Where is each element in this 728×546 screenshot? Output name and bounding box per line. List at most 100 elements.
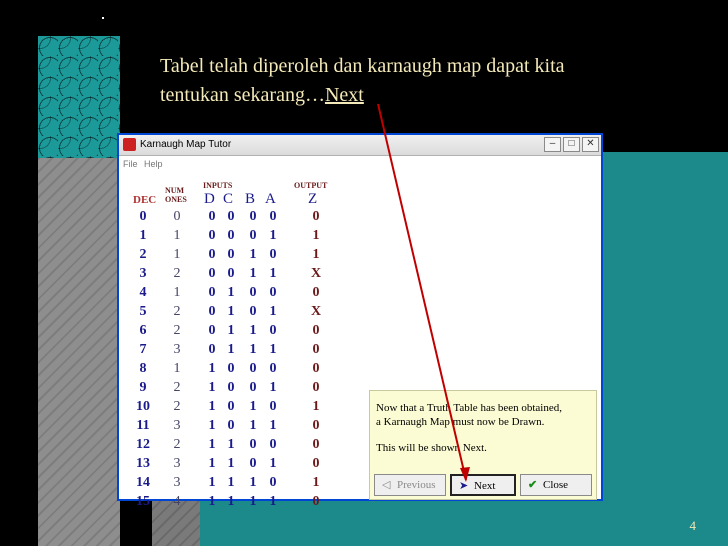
cell-d: 0: [208, 323, 216, 338]
previous-button[interactable]: ◁ Previous: [374, 474, 446, 496]
tutor-dialog: Now that a Truth Table has been obtained…: [369, 390, 597, 500]
cell-c: 0: [227, 361, 235, 376]
cell-d: 1: [208, 418, 216, 433]
cell-d: 1: [208, 475, 216, 490]
cell-z: 1: [312, 475, 320, 490]
cell-ones: 3: [173, 456, 181, 471]
cell-d: 0: [208, 209, 216, 224]
checkmark-icon: ✔: [528, 479, 538, 491]
cell-d: 1: [208, 361, 216, 376]
cell-dec: 7: [139, 342, 147, 357]
cell-dec: 4: [139, 285, 147, 300]
cell-d: 1: [208, 437, 216, 452]
cell-a: 0: [269, 247, 277, 262]
menu-file[interactable]: File: [123, 159, 138, 169]
cell-d: 0: [208, 304, 216, 319]
cell-ones: 2: [173, 323, 181, 338]
slide-title-next-word: Next: [324, 84, 364, 106]
cell-z: 0: [312, 494, 320, 509]
window-titlebar[interactable]: Karnaugh Map Tutor – □ ✕: [119, 135, 601, 156]
next-button[interactable]: ➤ Next: [450, 474, 516, 496]
menu-bar: File Help: [119, 156, 601, 172]
cell-dec: 8: [139, 361, 147, 376]
cell-z: 0: [312, 361, 320, 376]
cell-b: 0: [249, 361, 257, 376]
cell-a: 1: [269, 304, 277, 319]
cell-dec: 15: [136, 494, 150, 509]
cell-dec: 2: [139, 247, 147, 262]
header-dec: DEC: [133, 194, 157, 206]
tutor-message: Now that a Truth Table has been obtained…: [376, 401, 594, 429]
cell-d: 1: [208, 399, 216, 414]
cell-dec: 1: [139, 228, 147, 243]
cell-z: 0: [312, 380, 320, 395]
cell-c: 0: [227, 380, 235, 395]
close-button[interactable]: ✔ Close: [520, 474, 592, 496]
next-button-label: Next: [474, 480, 496, 492]
cell-ones: 1: [173, 247, 181, 262]
cell-z: 0: [312, 209, 320, 224]
cell-dec: 14: [136, 475, 150, 490]
header-input-a: A: [265, 191, 276, 207]
cell-c: 1: [227, 437, 235, 452]
cell-ones: 1: [173, 228, 181, 243]
cell-c: 0: [227, 209, 235, 224]
slide-title-line-2-text: tentukan sekarang…: [160, 84, 325, 106]
close-window-button[interactable]: ✕: [582, 137, 599, 152]
cell-z: 1: [312, 399, 320, 414]
cell-b: 1: [249, 323, 257, 338]
menu-help[interactable]: Help: [144, 159, 163, 169]
minimize-button[interactable]: –: [544, 137, 561, 152]
cell-z: 0: [312, 437, 320, 452]
cell-c: 0: [227, 418, 235, 433]
cell-ones: 3: [173, 475, 181, 490]
cell-b: 0: [249, 285, 257, 300]
cell-c: 1: [227, 494, 235, 509]
cell-b: 0: [249, 209, 257, 224]
cell-a: 0: [269, 323, 277, 338]
cell-ones: 1: [173, 285, 181, 300]
cell-c: 0: [227, 399, 235, 414]
previous-button-label: Previous: [397, 479, 436, 491]
cell-dec: 11: [136, 418, 150, 433]
cell-ones: 2: [173, 266, 181, 281]
cell-d: 1: [208, 380, 216, 395]
cell-a: 1: [269, 266, 277, 281]
cell-c: 0: [227, 266, 235, 281]
cell-a: 1: [269, 228, 277, 243]
cell-d: 1: [208, 456, 216, 471]
cell-a: 0: [269, 209, 277, 224]
cell-a: 1: [269, 494, 277, 509]
maximize-button[interactable]: □: [563, 137, 580, 152]
cell-b: 1: [249, 418, 257, 433]
cell-c: 1: [227, 456, 235, 471]
cell-d: 0: [208, 342, 216, 357]
cell-ones: 2: [173, 399, 181, 414]
header-input-c: C: [223, 191, 234, 207]
cell-ones: 4: [173, 494, 181, 509]
cell-z: 0: [312, 323, 320, 338]
decorative-gray-band: [38, 158, 120, 546]
next-arrow-icon: ➤: [459, 480, 469, 492]
cell-ones: 2: [173, 304, 181, 319]
previous-arrow-icon: ◁: [382, 479, 391, 491]
cell-a: 1: [269, 418, 277, 433]
window-title: Karnaugh Map Tutor: [140, 139, 232, 150]
cell-z: 1: [312, 228, 320, 243]
cell-z: 1: [312, 247, 320, 262]
cell-a: 0: [269, 437, 277, 452]
cell-dec: 9: [139, 380, 147, 395]
cell-b: 1: [249, 342, 257, 357]
cell-b: 1: [249, 494, 257, 509]
cell-b: 1: [249, 399, 257, 414]
cell-a: 1: [269, 380, 277, 395]
cell-dec: 3: [139, 266, 147, 281]
app-icon: [123, 138, 136, 151]
cell-z: X: [310, 266, 322, 281]
header-input-d: D: [204, 191, 215, 207]
cell-ones: 2: [173, 437, 181, 452]
tutor-line-2: a Karnaugh Map must now be Drawn.: [376, 416, 545, 428]
cell-z: 0: [312, 456, 320, 471]
slide-title-line-1: Tabel telah diperoleh dan karnaugh map d…: [160, 55, 565, 77]
cell-a: 0: [269, 285, 277, 300]
